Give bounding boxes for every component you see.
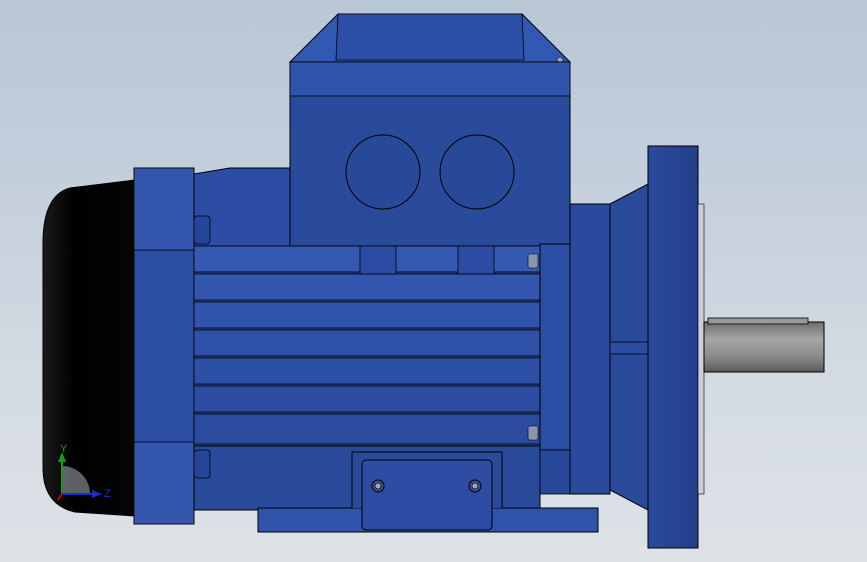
- cable-gland-left: [345, 134, 421, 210]
- cooling-fins: [193, 245, 541, 445]
- x-axis-arrow: [57, 493, 63, 501]
- cable-gland-right: [439, 134, 515, 210]
- y-axis-label: Y: [60, 443, 68, 455]
- cad-viewport[interactable]: Y Z: [0, 0, 867, 562]
- shaft-key: [707, 317, 809, 325]
- output-shaft: [703, 321, 825, 373]
- coordinate-triad: Y Z: [57, 443, 111, 501]
- motor-model[interactable]: [0, 0, 867, 562]
- z-axis-label: Z: [104, 488, 111, 500]
- mounting-flange: [647, 145, 699, 549]
